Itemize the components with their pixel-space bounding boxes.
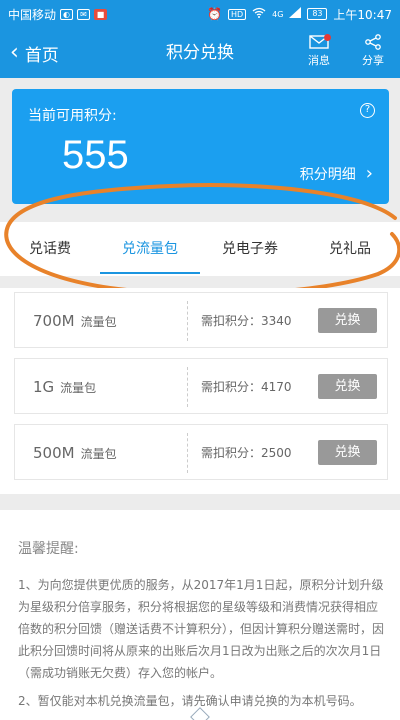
product-cost: 需扣积分：3340: [201, 314, 292, 328]
unread-dot: [324, 34, 331, 41]
divider: [187, 367, 188, 407]
note-item: 1、为向您提供更优质的服务，从2017年1月1日起，原积分计划升级为星级积分倍享…: [18, 578, 385, 680]
clock-time: 上午10:47: [333, 7, 392, 22]
exchange-tabs: 兑话费 兑流量包 兑电子券 兑礼品: [0, 222, 400, 276]
exchange-button[interactable]: 兑换: [318, 308, 377, 333]
status-bar: 中国移动 ◐ ✉ ■ ⏰ HD 4G 83 上午10:47: [0, 0, 400, 28]
tab-data-package[interactable]: 兑流量包: [100, 222, 200, 276]
product-name: 1G 流量包: [33, 378, 97, 396]
tab-e-coupon[interactable]: 兑电子券: [200, 222, 300, 276]
tab-gift[interactable]: 兑礼品: [300, 222, 400, 276]
chevron-left-icon: ‹: [10, 40, 19, 65]
product-cost: 需扣积分：2500: [201, 446, 292, 460]
product-item: 1G 流量包 需扣积分：4170 兑换: [14, 358, 388, 414]
network-type-label: 4G: [272, 9, 284, 19]
wifi-icon: [252, 7, 266, 21]
exchange-button[interactable]: 兑换: [318, 374, 377, 399]
signal-icon: [289, 7, 302, 21]
share-icon: [365, 34, 381, 50]
points-detail-link[interactable]: 积分明细 ›: [300, 163, 373, 184]
share-label: 分享: [362, 54, 384, 67]
help-icon[interactable]: ?: [360, 103, 375, 118]
app-badge-icon: ■: [94, 8, 108, 20]
alarm-icon: ⏰: [207, 7, 223, 21]
tab-phone-credit[interactable]: 兑话费: [0, 222, 100, 276]
notes-title: 温馨提醒:: [18, 541, 79, 557]
points-value: 555: [62, 133, 129, 177]
share-button[interactable]: 分享: [353, 34, 393, 74]
product-item: 500M 流量包 需扣积分：2500 兑换: [14, 424, 388, 480]
nav-bar: ‹ 首页 积分兑换 消息 分享: [0, 28, 400, 78]
notes-section: 温馨提醒: 1、为向您提供更优质的服务，从2017年1月1日起，原积分计划升级为…: [0, 510, 400, 720]
points-card: 当前可用积分: ? 555 积分明细 ›: [12, 89, 389, 204]
app-notification-icon: ◐: [60, 8, 74, 20]
product-name: 700M 流量包: [33, 312, 117, 330]
divider: [187, 301, 188, 341]
product-list: 700M 流量包 需扣积分：3340 兑换 1G 流量包 需扣积分：4170 兑换 …: [0, 288, 400, 494]
mail-notification-icon: ✉: [77, 8, 91, 20]
product-item: 700M 流量包 需扣积分：3340 兑换: [14, 292, 388, 348]
divider: [187, 433, 188, 473]
hd-icon: HD: [228, 8, 247, 20]
message-label: 消息: [308, 54, 330, 67]
exchange-button[interactable]: 兑换: [318, 440, 377, 465]
carrier-label: 中国移动: [8, 7, 57, 22]
message-button[interactable]: 消息: [299, 34, 339, 74]
product-cost: 需扣积分：4170: [201, 380, 292, 394]
product-name: 500M 流量包: [33, 444, 117, 462]
points-label: 当前可用积分:: [28, 108, 117, 124]
back-button[interactable]: ‹ 首页: [10, 28, 59, 78]
chevron-right-icon: ›: [365, 163, 373, 184]
points-detail-label: 积分明细: [299, 166, 356, 183]
back-label: 首页: [24, 45, 59, 66]
battery-icon: 83: [307, 8, 328, 20]
page-title: 积分兑换: [166, 43, 234, 63]
